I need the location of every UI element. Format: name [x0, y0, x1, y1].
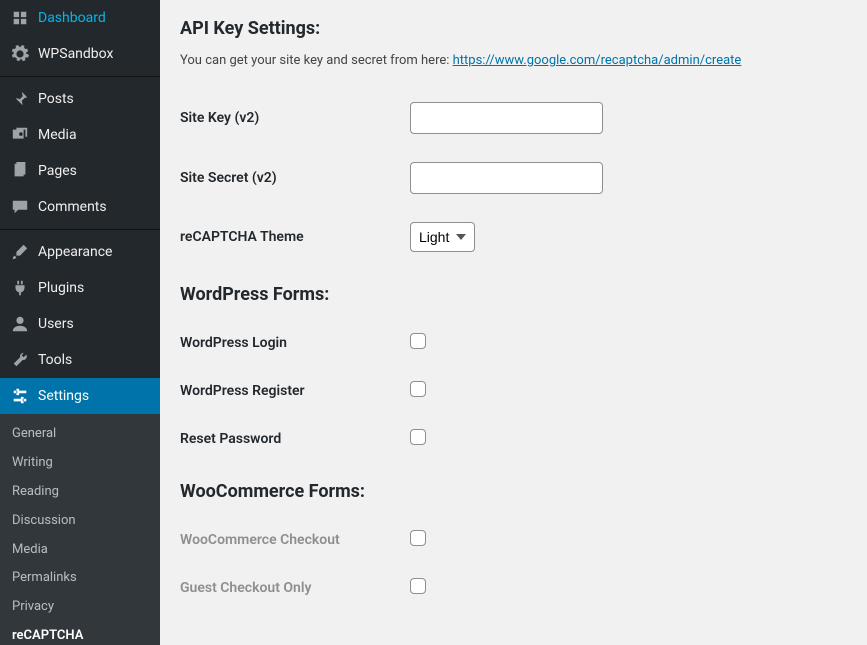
sidebar-item-label: Dashboard: [38, 10, 106, 26]
sidebar-item-comments[interactable]: Comments: [0, 189, 160, 225]
recaptcha-theme-select[interactable]: Light: [410, 222, 475, 252]
sidebar-item-label: Comments: [38, 199, 107, 215]
pages-icon: [10, 161, 30, 181]
settings-page: API Key Settings: You can get your site …: [160, 0, 867, 645]
guest-checkout-only-checkbox[interactable]: [410, 578, 426, 594]
section-woocommerce-forms: WooCommerce Forms:: [180, 481, 847, 502]
sidebar-item-posts[interactable]: Posts: [0, 81, 160, 117]
sidebar-item-label: WPSandbox: [38, 46, 113, 62]
settings-submenu: GeneralWritingReadingDiscussionMediaPerm…: [0, 414, 160, 645]
sliders-icon: [10, 386, 30, 406]
sidebar-item-label: Pages: [38, 163, 77, 179]
sidebar-item-plugins[interactable]: Plugins: [0, 270, 160, 306]
pin-icon: [10, 89, 30, 109]
submenu-item-recaptcha[interactable]: reCAPTCHA WooCommerce: [0, 622, 160, 645]
sidebar-item-dashboard[interactable]: Dashboard: [0, 0, 160, 36]
sidebar-item-users[interactable]: Users: [0, 306, 160, 342]
wp-login-label: WordPress Login: [180, 319, 410, 367]
reset-password-label: Reset Password: [180, 415, 410, 463]
guest-checkout-only-label: Guest Checkout Only: [180, 564, 410, 612]
gear-icon: [10, 44, 30, 64]
admin-sidebar: Dashboard WPSandbox Posts Media Pages Commen…: [0, 0, 160, 645]
site-secret-input[interactable]: [410, 162, 603, 194]
wp-register-checkbox[interactable]: [410, 381, 426, 397]
submenu-item-permalinks[interactable]: Permalinks: [0, 564, 160, 593]
section-api-key-settings: API Key Settings:: [180, 18, 847, 39]
plug-icon: [10, 278, 30, 298]
submenu-item-discussion[interactable]: Discussion: [0, 507, 160, 536]
sidebar-item-label: Plugins: [38, 280, 84, 296]
sidebar-item-label: Appearance: [38, 244, 112, 260]
site-secret-label: Site Secret (v2): [180, 148, 410, 208]
site-key-label: Site Key (v2): [180, 88, 410, 148]
media-icon: [10, 125, 30, 145]
sidebar-item-label: Tools: [38, 352, 72, 368]
recaptcha-admin-link[interactable]: https://www.google.com/recaptcha/admin/c…: [453, 53, 742, 68]
woo-checkout-checkbox[interactable]: [410, 530, 426, 546]
woo-checkout-label: WooCommerce Checkout: [180, 516, 410, 564]
sidebar-item-pages[interactable]: Pages: [0, 153, 160, 189]
submenu-item-writing[interactable]: Writing: [0, 449, 160, 478]
brush-icon: [10, 242, 30, 262]
sidebar-item-label: Posts: [38, 91, 74, 107]
sidebar-item-label: Users: [38, 316, 74, 332]
submenu-item-reading[interactable]: Reading: [0, 478, 160, 507]
dashboard-icon: [10, 8, 30, 28]
sidebar-item-media[interactable]: Media: [0, 117, 160, 153]
wrench-icon: [10, 350, 30, 370]
menu-separator: [0, 229, 160, 230]
comment-icon: [10, 197, 30, 217]
sidebar-item-label: Settings: [38, 388, 89, 404]
site-key-input[interactable]: [410, 102, 603, 134]
sidebar-item-tools[interactable]: Tools: [0, 342, 160, 378]
sidebar-item-appearance[interactable]: Appearance: [0, 234, 160, 270]
wp-login-checkbox[interactable]: [410, 333, 426, 349]
section-wordpress-forms: WordPress Forms:: [180, 284, 847, 305]
recaptcha-theme-label: reCAPTCHA Theme: [180, 208, 410, 266]
sidebar-item-label: Media: [38, 127, 77, 143]
sidebar-item-wpsandbox[interactable]: WPSandbox: [0, 36, 160, 72]
user-icon: [10, 314, 30, 334]
sidebar-item-settings[interactable]: Settings: [0, 378, 160, 414]
submenu-item-privacy[interactable]: Privacy: [0, 593, 160, 622]
menu-separator: [0, 76, 160, 77]
submenu-item-general[interactable]: General: [0, 420, 160, 449]
api-key-description: You can get your site key and secret fro…: [180, 53, 847, 68]
submenu-item-media-sub[interactable]: Media: [0, 536, 160, 565]
wp-register-label: WordPress Register: [180, 367, 410, 415]
reset-password-checkbox[interactable]: [410, 429, 426, 445]
